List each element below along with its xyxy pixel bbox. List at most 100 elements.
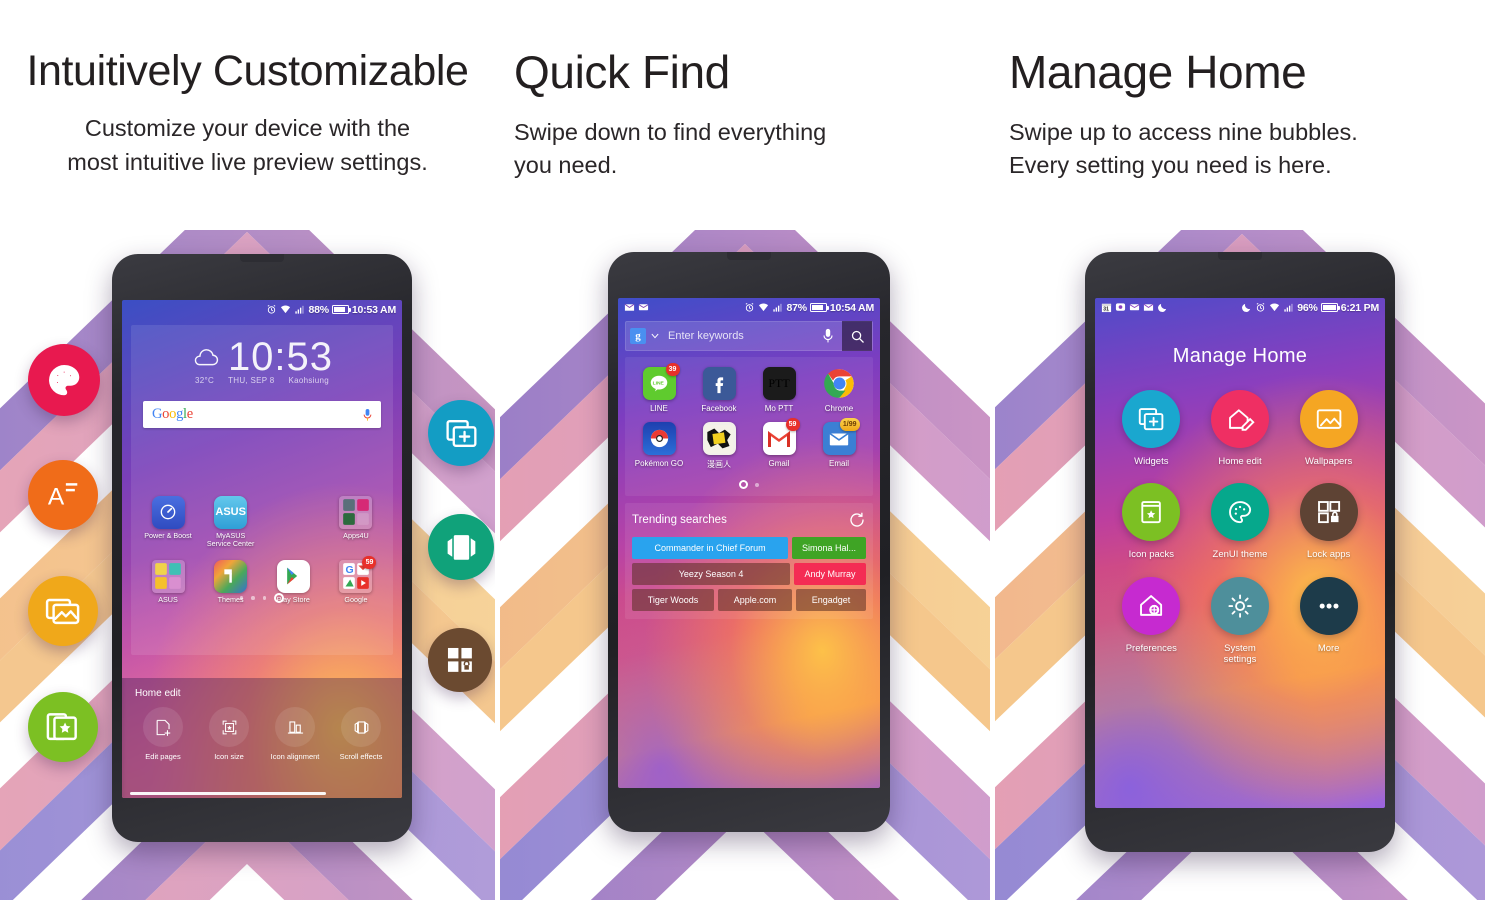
bubble-system-settings[interactable]: System settings	[1198, 576, 1282, 666]
home-edit-item-icon-size[interactable]: Icon size	[197, 707, 261, 761]
svg-text:31: 31	[1103, 307, 1109, 313]
clock-2: 10:54 AM	[829, 301, 874, 314]
app-chrome[interactable]: Chrome	[809, 367, 869, 413]
panel-intuitively-customizable: Intuitively Customizable Customize your …	[0, 0, 495, 900]
bubble-icon-packs[interactable]: Icon packs	[1109, 483, 1193, 560]
email-icon: 1/99	[822, 418, 860, 455]
lock-apps-bubble[interactable]	[428, 628, 492, 692]
wallpapers-bubble[interactable]	[28, 576, 98, 646]
page-dot-active[interactable]	[739, 480, 748, 489]
trending-chip[interactable]: Engadget	[796, 589, 867, 611]
search-input[interactable]: Enter keywords	[668, 330, 822, 342]
quick-find-search-bar[interactable]: g Enter keywords	[625, 321, 873, 351]
svg-text:A: A	[48, 484, 65, 511]
microphone-icon[interactable]	[363, 408, 372, 422]
bubble-lock-apps[interactable]: Lock apps	[1287, 483, 1371, 560]
alarm-icon	[268, 304, 276, 314]
app-label: Gmail	[768, 459, 790, 468]
bubble-zenui-theme[interactable]: ZenUI theme	[1198, 483, 1282, 560]
page-dot[interactable]	[262, 596, 267, 600]
app-myasus[interactable]: ASUS MyASUS Service Center	[204, 495, 258, 549]
asus-folder-icon	[151, 559, 185, 593]
app-facebook[interactable]: Facebook	[689, 367, 749, 413]
app-apps4u[interactable]: Apps4U	[329, 495, 383, 549]
icon-packs-icon	[1122, 483, 1181, 542]
app-gmail[interactable]: 59 Gmail	[749, 418, 809, 470]
home-edit-item-icon-alignment[interactable]: Icon alignment	[263, 707, 327, 761]
font-style-bubble[interactable]: A	[28, 460, 98, 530]
search-button[interactable]	[842, 321, 872, 351]
app-email[interactable]: 1/99 Email	[809, 418, 869, 470]
phone-2-screen: 87% 10:54 AM g Enter keywords LINE 39 LI…	[618, 298, 880, 788]
home-edit-label: Scroll effects	[339, 752, 383, 761]
app-label: Chrome	[824, 404, 854, 413]
do-not-disturb-moon-icon	[1158, 303, 1167, 312]
alarm-icon	[1256, 302, 1265, 312]
icon-packs-icon	[47, 713, 78, 741]
page-dot[interactable]	[251, 596, 255, 600]
page-title-3: Manage Home	[1009, 46, 1307, 98]
trending-chip[interactable]: Commander in Chief Forum	[632, 537, 789, 559]
bubble-label: Lock apps	[1306, 549, 1351, 561]
bubble-wallpapers[interactable]: Wallpapers	[1287, 390, 1371, 467]
add-widget-icon	[445, 419, 477, 447]
signal-icon	[1284, 303, 1293, 312]
page-dot[interactable]	[239, 596, 244, 600]
page-subtitle-2: Swipe down to find everything you need.	[514, 116, 990, 183]
bubble-label: More	[1317, 642, 1340, 654]
trending-chip[interactable]: Andy Murray	[794, 563, 866, 585]
google-search-widget[interactable]: Google	[143, 401, 381, 428]
home-edit-item-scroll-effects[interactable]: Scroll effects	[329, 707, 393, 761]
page-indicator-2[interactable]	[629, 479, 869, 492]
wallpapers-icon	[46, 599, 80, 625]
google-logo: Google	[152, 406, 193, 422]
wifi-icon	[759, 303, 769, 312]
app-pokemon-go[interactable]: Pokémon GO	[629, 422, 689, 470]
battery-icon-3	[1320, 303, 1340, 312]
bubble-more[interactable]: More	[1287, 576, 1371, 666]
search-engine-icon[interactable]: g	[630, 328, 646, 344]
subtitle-line-2: Every setting you need is here.	[1009, 152, 1332, 179]
icon-packs-bubble[interactable]	[28, 692, 98, 762]
page-dot-active[interactable]	[274, 593, 285, 603]
refresh-icon[interactable]	[848, 511, 866, 529]
app-mo-ptt[interactable]: PTT Mo PTT	[749, 367, 809, 413]
scroll-effects-bubble[interactable]	[428, 514, 494, 580]
app-spacer	[266, 496, 320, 549]
bubble-widgets[interactable]: Widgets	[1109, 390, 1193, 467]
trending-chip[interactable]: Simona Hal...	[792, 537, 866, 559]
palette-icon	[48, 364, 80, 396]
weather-clock-widget[interactable]: 10:53	[131, 325, 393, 379]
bubble-preferences[interactable]: Preferences	[1109, 576, 1193, 666]
subtitle-line-1: Swipe up to access nine bubbles.	[1009, 118, 1358, 145]
add-widget-bubble[interactable]	[428, 400, 494, 466]
bubble-label: Preferences	[1125, 642, 1177, 654]
chevron-down-icon[interactable]	[650, 331, 660, 341]
trending-chip[interactable]: Yeezy Season 4	[632, 563, 791, 585]
svg-text:LINE: LINE	[653, 380, 665, 386]
home-edit-item-edit-pages[interactable]: Edit pages	[131, 707, 195, 761]
trending-chip[interactable]: Tiger Woods	[632, 589, 714, 611]
phone-device-2: 87% 10:54 AM g Enter keywords LINE 39 LI…	[608, 252, 890, 832]
themes-icon	[214, 559, 248, 593]
status-bar-3: 31 96% 6:21 PM	[1095, 298, 1385, 317]
trending-searches-panel: Trending searches Commander in Chief For…	[625, 503, 873, 619]
page-dot[interactable]	[755, 482, 759, 487]
phone-1-screen: 88% 10:53 AM 10:53 32°C THU, SEP 8 Kaohs…	[122, 300, 402, 798]
weather-meta: 32°C THU, SEP 8 Kaohsiung	[131, 376, 393, 385]
microphone-icon[interactable]	[822, 328, 834, 344]
app-line[interactable]: LINE 39 LINE	[629, 363, 689, 413]
app-manga[interactable]: 漫画人	[689, 422, 749, 470]
page-indicator-1[interactable]	[131, 593, 393, 603]
app-power-boost[interactable]: Power & Boost	[141, 495, 195, 549]
status-bar-2: 87% 10:54 AM	[618, 298, 880, 317]
widget-clock: 10:53	[227, 335, 334, 379]
trending-chip[interactable]: Apple.com	[718, 589, 792, 611]
more-icon	[1299, 576, 1358, 635]
bubble-home-edit[interactable]: Home edit	[1198, 390, 1282, 467]
calendar-icon: 31	[1101, 303, 1112, 313]
nav-indicator	[122, 792, 402, 795]
bubble-label: Wallpapers	[1305, 456, 1353, 467]
theme-palette-bubble[interactable]	[28, 344, 100, 416]
home-edit-row: Edit pages Icon size Icon alignment Scro…	[130, 707, 394, 761]
